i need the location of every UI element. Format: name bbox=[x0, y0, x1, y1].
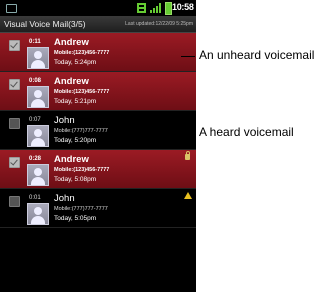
received-time: Today, 5:05pm bbox=[54, 215, 97, 222]
contact-name: Andrew bbox=[54, 37, 89, 48]
duration-label: 0:11 bbox=[29, 39, 41, 45]
duration-label: 0:07 bbox=[29, 117, 41, 123]
title-bar: Visual Voice Mail(3/5) Last updated:12/2… bbox=[0, 16, 196, 33]
received-time: Today, 5:21pm bbox=[54, 98, 97, 105]
contact-avatar bbox=[27, 86, 49, 108]
voicemail-row[interactable]: 0:07 John Mobile:(777)777-7777 Today, 5:… bbox=[0, 111, 196, 150]
heard-callout-line bbox=[181, 133, 195, 134]
unheard-callout-line bbox=[181, 56, 195, 57]
contact-name: Andrew bbox=[54, 154, 89, 165]
voicemail-row[interactable]: 0:11 Andrew Mobile:(123)456-7777 Today, … bbox=[0, 33, 196, 72]
voicemail-row[interactable]: 0:08 Andrew Mobile:(123)456-7777 Today, … bbox=[0, 72, 196, 111]
phone-number: Mobile:(777)777-7777 bbox=[54, 128, 108, 134]
contact-name: John bbox=[54, 193, 75, 204]
received-time: Today, 5:08pm bbox=[54, 176, 97, 183]
select-checkbox[interactable] bbox=[9, 40, 20, 51]
voicemail-list: 0:11 Andrew Mobile:(123)456-7777 Today, … bbox=[0, 33, 196, 228]
duration-label: 0:28 bbox=[29, 156, 42, 162]
page-title: Visual Voice Mail(3/5) bbox=[4, 19, 86, 29]
clock: 10:58 bbox=[172, 2, 194, 12]
network-icon bbox=[137, 3, 146, 13]
received-time: Today, 5:24pm bbox=[54, 59, 97, 66]
signal-strength-icon bbox=[150, 3, 161, 13]
contact-avatar bbox=[27, 164, 49, 186]
select-checkbox[interactable] bbox=[9, 196, 20, 207]
duration-label: 0:01 bbox=[29, 195, 41, 201]
contact-avatar bbox=[27, 125, 49, 147]
battery-icon bbox=[165, 2, 172, 15]
lock-icon bbox=[185, 151, 190, 160]
voicemail-row[interactable]: 0:28 Andrew Mobile:(123)456-7777 Today, … bbox=[0, 150, 196, 189]
contact-avatar bbox=[27, 203, 49, 225]
voicemail-row[interactable]: 0:01 John Mobile:(777)777-7777 Today, 5:… bbox=[0, 189, 196, 228]
unheard-callout: An unheard voicemail bbox=[199, 48, 315, 62]
phone-number: Mobile:(123)456-7777 bbox=[54, 167, 110, 173]
contact-avatar bbox=[27, 47, 49, 69]
contact-name: John bbox=[54, 115, 75, 126]
warning-icon bbox=[184, 192, 192, 199]
phone-number: Mobile:(123)456-7777 bbox=[54, 89, 110, 95]
heard-callout: A heard voicemail bbox=[199, 125, 294, 139]
last-updated-label: Last updated:12/22/09 5:25pm bbox=[125, 21, 193, 27]
received-time: Today, 5:20pm bbox=[54, 137, 97, 144]
phone-number: Mobile:(777)777-7777 bbox=[54, 206, 108, 212]
contact-name: Andrew bbox=[54, 76, 89, 87]
select-checkbox[interactable] bbox=[9, 157, 20, 168]
phone-screen: 10:58 Visual Voice Mail(3/5) Last update… bbox=[0, 0, 196, 292]
select-checkbox[interactable] bbox=[9, 79, 20, 90]
duration-label: 0:08 bbox=[29, 78, 42, 84]
notification-icon bbox=[6, 4, 17, 13]
status-bar: 10:58 bbox=[0, 0, 196, 16]
phone-number: Mobile:(123)456-7777 bbox=[54, 50, 110, 56]
select-checkbox[interactable] bbox=[9, 118, 20, 129]
